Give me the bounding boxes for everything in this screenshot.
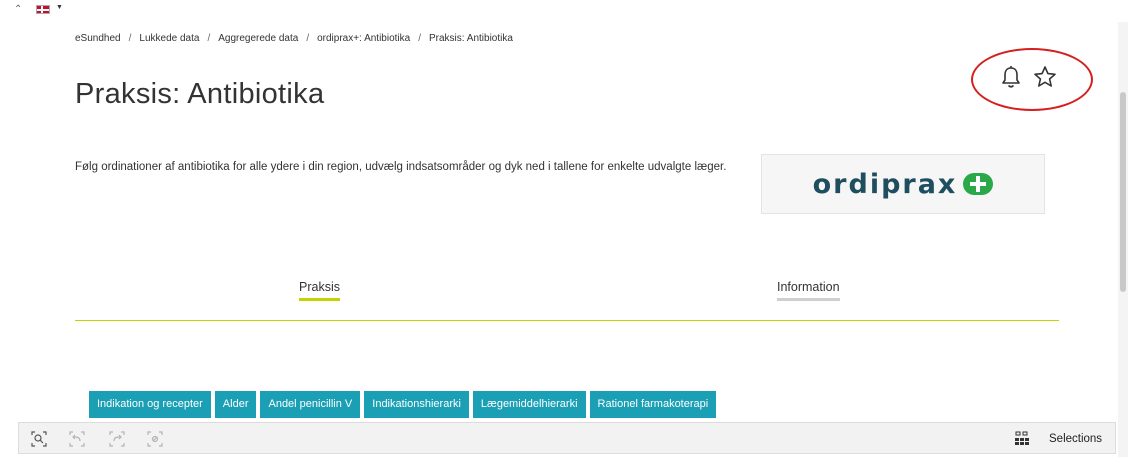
sheet-tab-indikationshierarki[interactable]: Indikationshierarki — [364, 391, 469, 418]
breadcrumb-item-aggregerede-data[interactable]: Aggregerede data — [218, 33, 298, 44]
header-actions — [998, 64, 1058, 90]
selections-icon[interactable] — [1014, 431, 1030, 447]
selections-toolbar: Selections — [18, 422, 1116, 454]
clear-selections-icon[interactable] — [147, 431, 163, 447]
ordiprax-logo: ordiprax — [761, 154, 1045, 214]
tab-information[interactable]: Information — [777, 280, 840, 301]
step-forward-icon[interactable] — [109, 431, 125, 447]
tab-praksis[interactable]: Praksis — [299, 280, 340, 301]
tab-divider — [75, 320, 1059, 321]
vertical-scrollbar[interactable] — [1118, 22, 1128, 457]
step-back-icon[interactable] — [69, 431, 85, 447]
sheet-tab-indikation-og-recepter[interactable]: Indikation og recepter — [89, 391, 211, 418]
sheet-tab-alder[interactable]: Alder — [214, 391, 257, 418]
breadcrumb-separator: / — [128, 33, 132, 44]
scrollbar-thumb[interactable] — [1120, 92, 1126, 292]
breadcrumb-separator: / — [418, 33, 421, 44]
sheet-tab-rationel-farmakoterapi[interactable]: Rationel farmakoterapi — [589, 391, 717, 418]
star-icon[interactable] — [1032, 64, 1058, 90]
sheet-tab-andel-penicillin-v[interactable]: Andel penicillin V — [260, 391, 361, 418]
browser-top-strip: ⌃ ▼ — [0, 0, 1128, 22]
plus-icon — [963, 173, 994, 195]
breadcrumb-separator: / — [306, 33, 310, 44]
breadcrumb-item-current: Praksis: Antibiotika — [429, 33, 513, 44]
bell-icon[interactable] — [998, 64, 1024, 90]
sheet-tabs: Indikation og recepter Alder Andel penic… — [89, 391, 717, 418]
breadcrumb: eSundhed / Lukkede data / Aggregerede data / o… — [75, 33, 513, 44]
sheet-tab-laegemiddelhierarki[interactable]: Lægemiddelhierarki — [472, 391, 586, 418]
breadcrumb-separator: / — [207, 33, 211, 44]
logo-wordmark: ordiprax — [812, 168, 958, 200]
selections-button[interactable]: Selections — [1049, 433, 1102, 445]
language-dropdown-icon[interactable]: ▼ — [56, 4, 63, 11]
page: ⌃ ▼ eSundhed / Lukkede data / Aggregerede da… — [0, 0, 1128, 457]
language-flag-icon[interactable] — [36, 5, 50, 14]
breadcrumb-item-ordiprax-antibiotika[interactable]: ordiprax+: Antibiotika — [317, 33, 410, 44]
breadcrumb-item-lukkede-data[interactable]: Lukkede data — [139, 33, 199, 44]
page-title: Praksis: Antibiotika — [75, 78, 325, 110]
page-description: Følg ordinationer af antibiotika for all… — [75, 161, 727, 173]
collapse-caret-icon[interactable]: ⌃ — [14, 4, 22, 15]
breadcrumb-item-esundhed[interactable]: eSundhed — [75, 33, 121, 44]
smart-search-icon[interactable] — [31, 431, 47, 447]
